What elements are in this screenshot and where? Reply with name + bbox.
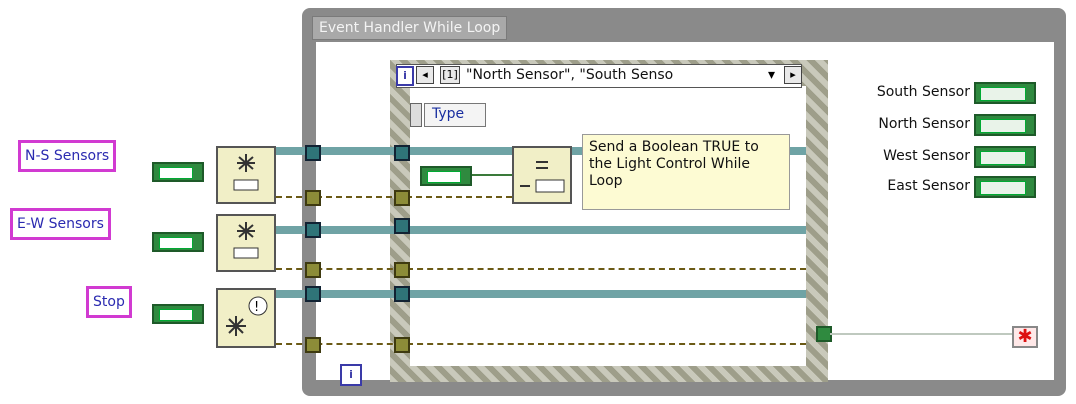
case-index: [1] [440,66,460,84]
south-sensor-terminal[interactable] [974,82,1036,104]
stop-control[interactable]: Stop [86,286,132,318]
create-user-event-ew-node[interactable] [216,214,276,272]
east-sensor-label: East Sensor [887,178,970,194]
north-sensor-terminal[interactable] [974,114,1036,136]
decrement-case-button[interactable]: ◂ [416,66,434,84]
create-event-icon [233,222,259,259]
while-loop-title: Event Handler While Loop [312,16,508,40]
south-sensor-label: South Sensor [876,84,970,100]
west-sensor-label: West Sensor [883,148,970,164]
ns-refnum-tunnel [305,145,321,161]
case-dropdown-arrow[interactable]: ▾ [768,64,775,86]
ew-error-wire [276,268,806,270]
north-sensor-label: North Sensor [878,116,970,132]
stop-condition-wire [830,333,1012,335]
event-data-node-border [410,103,422,127]
comment-label: Send a Boolean TRUE to the Light Control… [582,134,790,210]
east-sensor-terminal[interactable] [974,176,1036,198]
event-case-label: "North Sensor", "South Senso [466,67,674,83]
generate-user-event-node[interactable] [512,146,572,204]
true-constant[interactable] [420,166,472,186]
west-sensor-terminal[interactable] [974,146,1036,168]
ew-error-tunnel [305,262,321,278]
event-data-type: Type [432,106,465,122]
stop-error-wire [276,343,806,345]
svg-text:!: ! [254,300,259,315]
stop-boolean-terminal[interactable] [152,304,204,324]
event-timeout-terminal: i [396,66,414,86]
event-ns-error-tunnel [394,190,410,206]
west-sensor-indicator: West Sensor [836,144,1036,168]
ew-sensors-boolean-terminal[interactable] [152,232,204,252]
east-sensor-indicator: East Sensor [836,174,1036,198]
event-ns-refnum-tunnel [394,145,410,161]
stop-error-tunnel [305,337,321,353]
increment-case-button[interactable]: ▸ [784,66,802,84]
stop-refnum-wire [276,290,806,298]
iteration-terminal: i [340,364,362,386]
ns-sensors-boolean-terminal[interactable] [152,162,204,182]
south-sensor-indicator: South Sensor [836,80,1036,104]
ns-error-tunnel [305,190,321,206]
event-ew-refnum-tunnel [394,218,410,234]
north-sensor-indicator: North Sensor [836,112,1036,136]
create-notifier-stop-node[interactable]: ! [216,288,276,348]
create-user-event-ns-node[interactable] [216,146,276,204]
ns-sensors-control[interactable]: N-S Sensors [18,140,117,172]
ew-sensors-control[interactable]: E-W Sensors [10,208,111,240]
true-constant-wire [472,174,512,176]
notifier-icon: ! [226,296,268,336]
stop-refnum-tunnel [305,286,321,302]
loop-stop-terminal[interactable]: ✱ [1012,326,1038,348]
event-ew-error-tunnel [394,262,410,278]
generate-event-icon [520,161,565,193]
create-event-icon [233,154,259,191]
event-stop-error-tunnel [394,337,410,353]
ew-sensor-refnum-wire [276,226,806,234]
event-stop-refnum-tunnel [394,286,410,302]
ew-refnum-tunnel [305,222,321,238]
